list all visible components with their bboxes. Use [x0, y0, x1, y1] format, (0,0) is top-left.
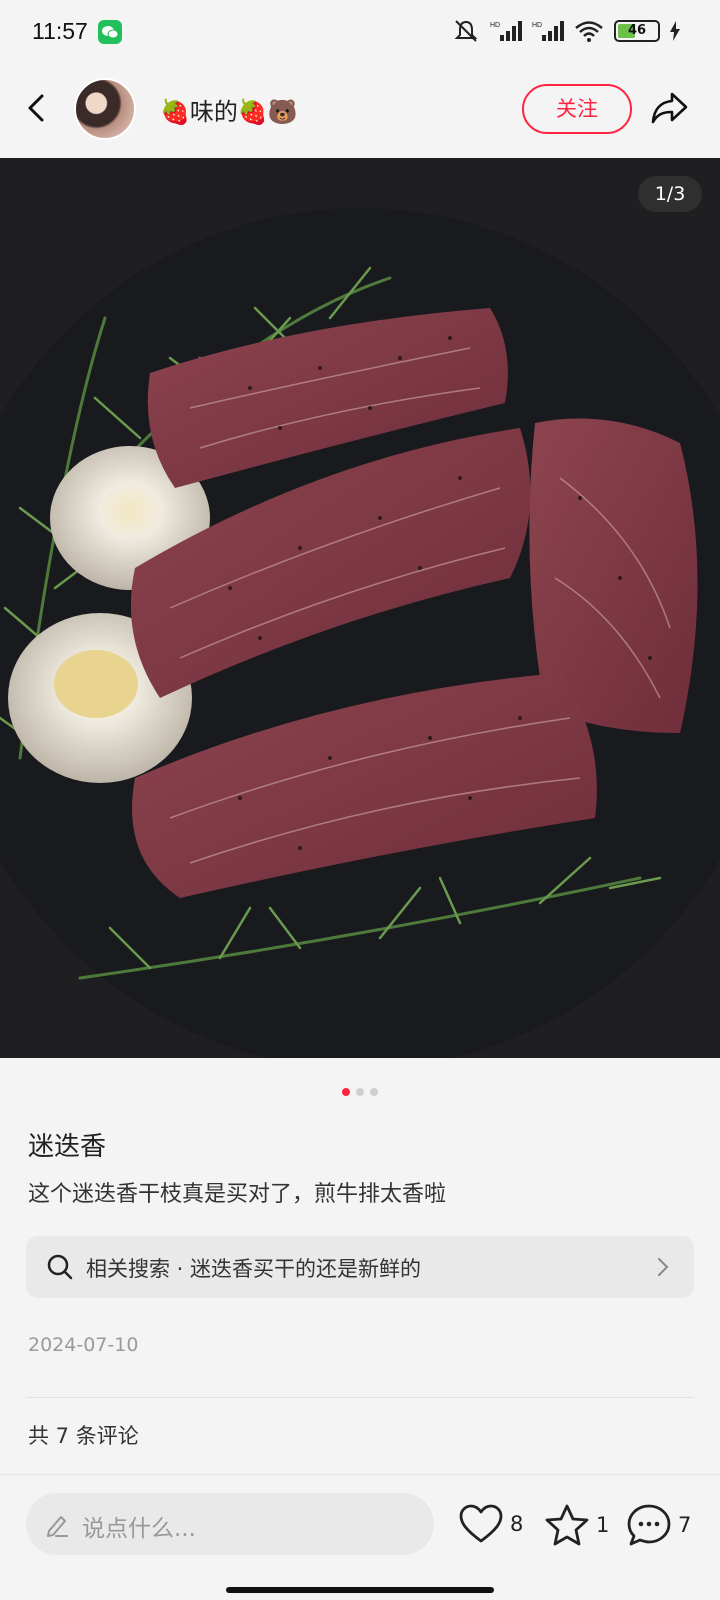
wifi-icon	[575, 21, 603, 42]
comment-placeholder: 说点什么...	[82, 1516, 196, 1542]
search-icon	[47, 1254, 73, 1280]
status-icons: HD HD 46	[452, 18, 680, 44]
like-button[interactable]: 8	[458, 1503, 523, 1545]
collect-count: 1	[596, 1513, 610, 1537]
status-bar: 11:57 HD HD 46	[0, 0, 720, 66]
author-name[interactable]: 🍓味的🍓🐻	[160, 92, 298, 127]
chevron-right-icon	[658, 1258, 669, 1276]
star-icon	[545, 1504, 589, 1546]
share-icon[interactable]	[650, 90, 690, 126]
carousel-dot	[356, 1088, 364, 1096]
charging-icon	[670, 21, 680, 41]
comment-count-number: 7	[678, 1513, 692, 1537]
heart-icon	[459, 1504, 503, 1543]
steak-photo	[0, 158, 720, 1058]
comment-icon	[627, 1504, 671, 1546]
divider	[26, 1397, 694, 1398]
comment-button[interactable]: 7	[626, 1503, 691, 1547]
signal-icon: HD	[490, 21, 522, 41]
comment-count: 共 7 条评论	[28, 1424, 139, 1448]
note-header: 🍓味的🍓🐻 关注	[0, 70, 720, 146]
note-body: 这个迷迭香干枝真是买对了，煎牛排太香啦	[28, 1182, 447, 1207]
status-time: 11:57	[32, 18, 88, 44]
pen-icon	[47, 1516, 68, 1537]
image-page-counter: 1/3	[638, 176, 702, 212]
back-icon[interactable]	[22, 90, 54, 126]
battery-icon: 46	[614, 20, 660, 42]
svg-text:HD: HD	[490, 22, 500, 29]
signal-icon: HD	[532, 21, 564, 41]
note-title: 迷迭香	[28, 1132, 107, 1162]
battery-level: 46	[627, 23, 647, 38]
follow-button[interactable]: 关注	[522, 84, 632, 134]
wechat-icon	[98, 20, 122, 44]
collect-button[interactable]: 1	[544, 1503, 609, 1547]
carousel-dot-active	[342, 1088, 350, 1096]
svg-text:HD: HD	[532, 22, 542, 29]
related-search[interactable]: 相关搜索 · 迷迭香买干的还是新鲜的	[26, 1236, 694, 1298]
carousel-dot	[370, 1088, 378, 1096]
avatar[interactable]	[74, 78, 136, 140]
bottom-action-bar: 说点什么... 8 1 7	[0, 1474, 720, 1600]
mute-icon	[454, 20, 478, 42]
home-indicator[interactable]	[226, 1587, 494, 1593]
comment-input[interactable]: 说点什么...	[26, 1493, 434, 1555]
related-search-text: 相关搜索 · 迷迭香买干的还是新鲜的	[86, 1257, 422, 1281]
note-date: 2024-07-10	[28, 1334, 139, 1356]
like-count: 8	[510, 1512, 524, 1536]
note-image[interactable]: 1/3	[0, 158, 720, 1058]
carousel-dots	[0, 1088, 720, 1096]
